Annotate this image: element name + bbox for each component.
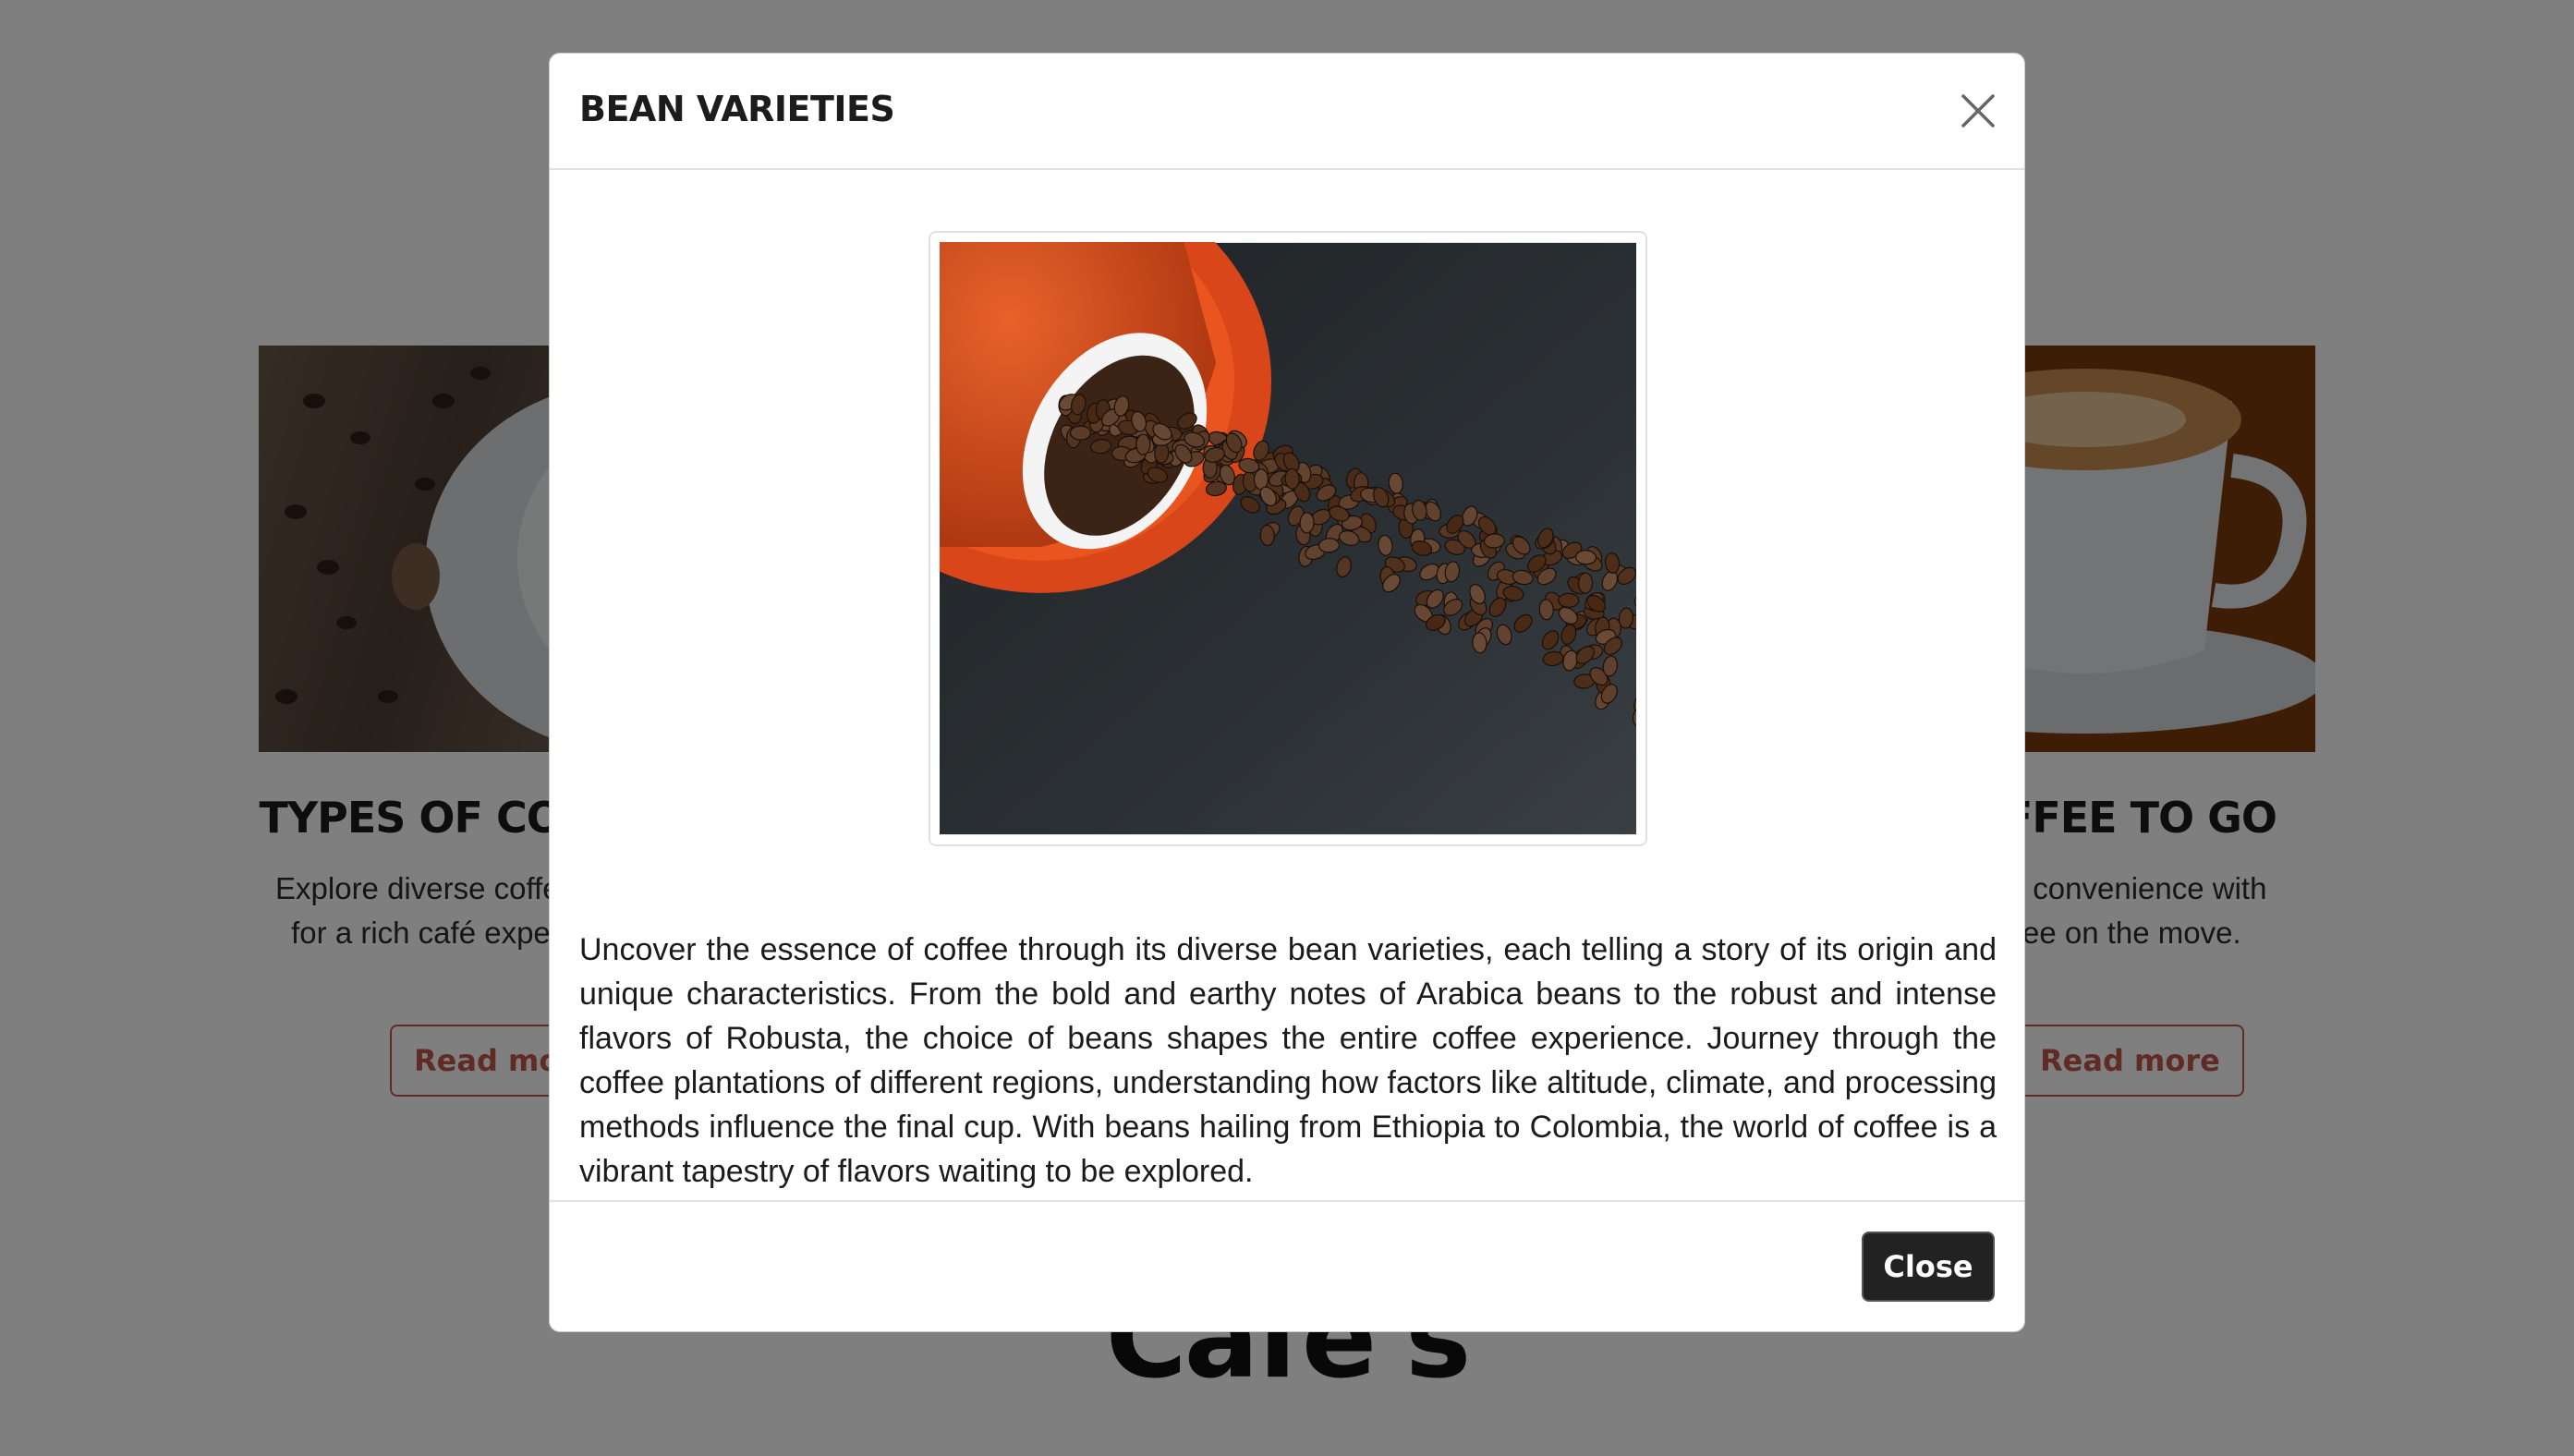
modal-description: Uncover the essence of coffee through it… <box>579 932 1997 1189</box>
bean-image-frame <box>929 231 1647 846</box>
modal-header: BEAN VARIETIES <box>550 54 2024 170</box>
modal-footer: Close <box>550 1200 2024 1331</box>
close-icon[interactable] <box>1958 91 1998 131</box>
coffee-beans-image <box>940 242 1636 835</box>
bean-varieties-modal: BEAN VARIETIES Uncover the essence of co… <box>549 53 2025 1332</box>
modal-body: Uncover the essence of coffee through it… <box>550 170 2024 1255</box>
modal-title: BEAN VARIETIES <box>579 89 895 129</box>
close-button[interactable]: Close <box>1862 1232 1995 1302</box>
